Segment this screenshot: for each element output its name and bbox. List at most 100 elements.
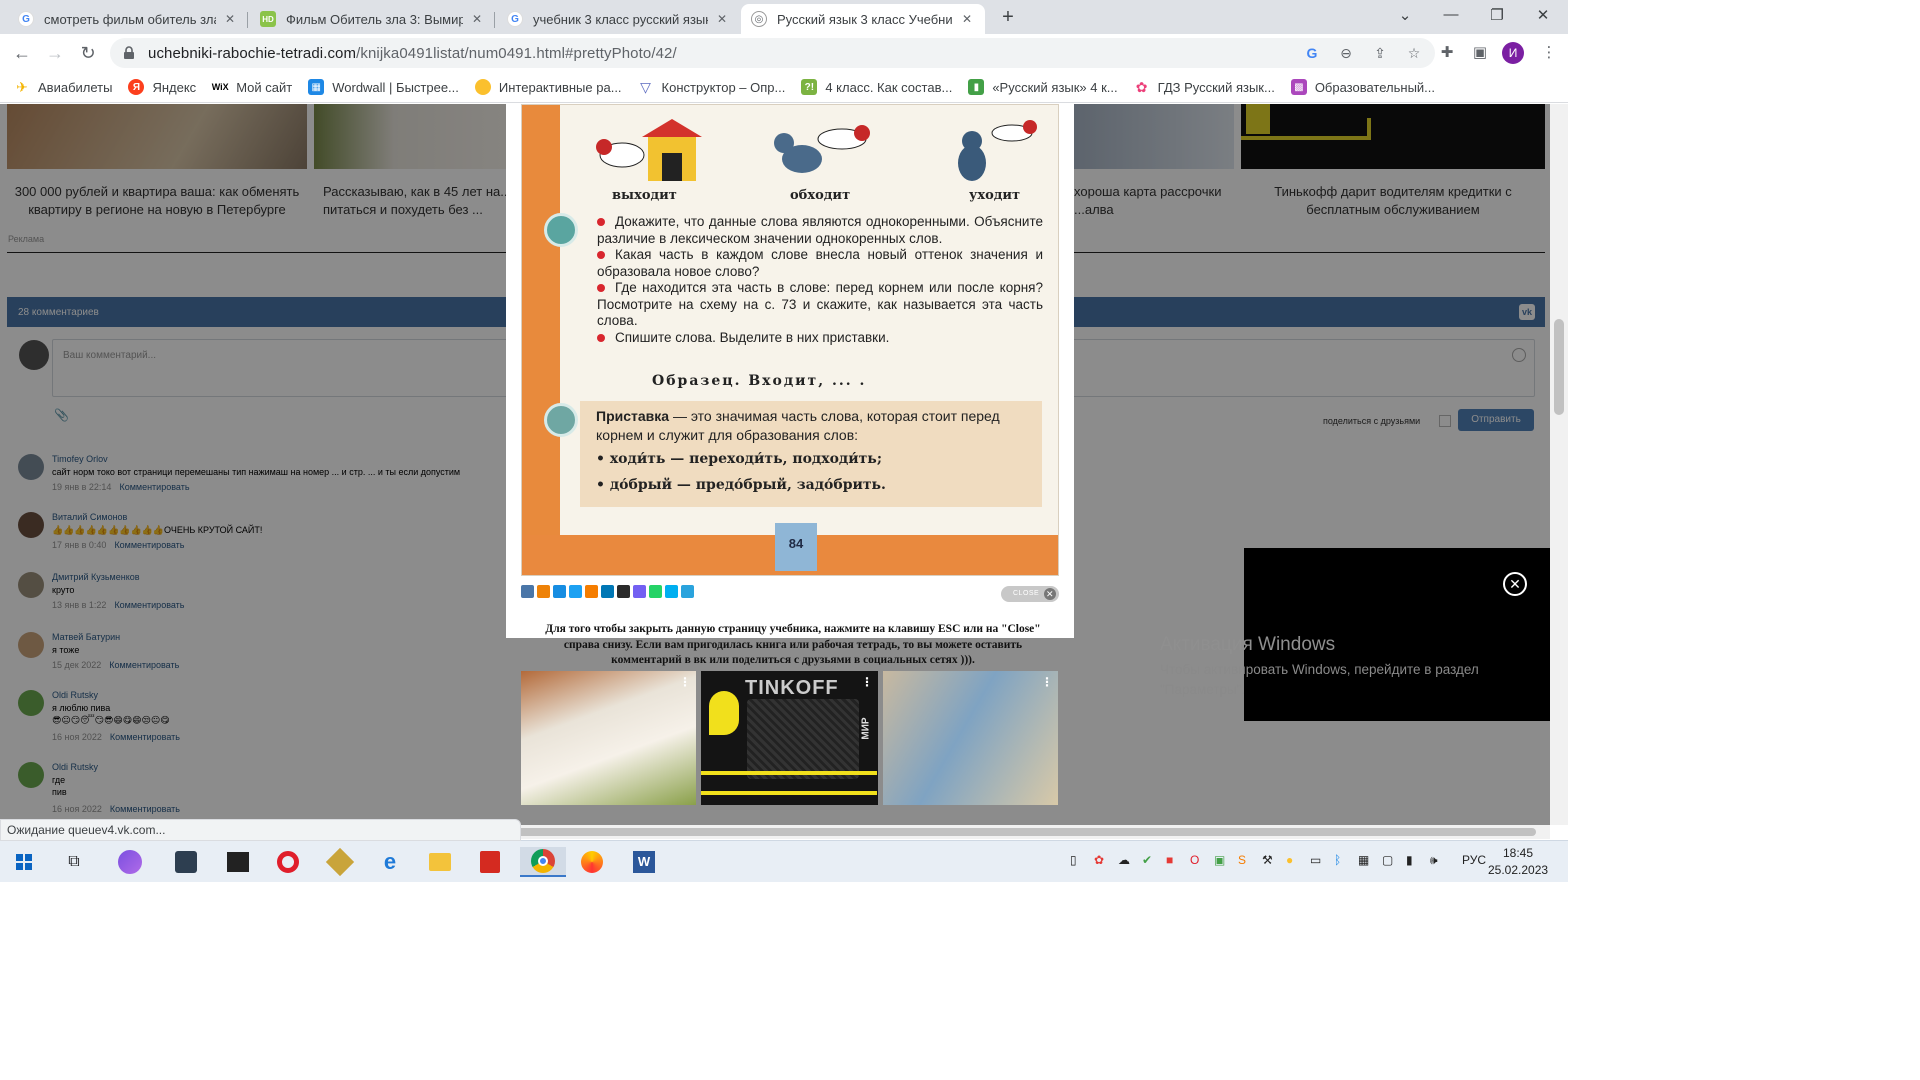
start-button[interactable] [4,847,44,877]
s-icon[interactable]: S [1238,853,1246,867]
more-icon[interactable]: ⋮ [861,675,873,689]
edge-icon[interactable]: e [370,847,410,877]
acrobat-icon[interactable] [470,847,510,877]
task-view-icon[interactable]: ⧉ [54,847,94,877]
bookmark-star-icon[interactable]: ☆ [1405,44,1423,62]
zoom-icon[interactable]: ⊖ [1337,44,1355,62]
menu-icon[interactable]: ⋮ [1538,42,1560,64]
bookmark-education[interactable]: ▩ Образовательный... [1290,79,1436,95]
vk-share-icon[interactable] [521,585,534,598]
lightbox-close-button[interactable]: CLOSE ✕ [1001,586,1059,602]
blogger-share-icon[interactable] [585,585,598,598]
tab-1[interactable]: G смотреть фильм обитель зла 5 ✕ [8,4,248,34]
task-text: Докажите, что данные слова являются одно… [597,214,1043,346]
bookmark-interactive[interactable]: Интерактивные ра... [474,79,622,95]
ad-fish[interactable]: ⋮ [521,671,696,805]
bluetooth-icon[interactable]: ᛒ [1334,853,1341,867]
scroll-thumb[interactable] [1554,319,1564,415]
bookmark-label: ГДЗ Русский язык... [1157,79,1275,95]
profile-avatar[interactable]: И [1502,42,1524,64]
app-tray-icon[interactable]: ✿ [1094,853,1104,867]
game-icon[interactable] [320,847,360,877]
side-panel-icon[interactable]: ▣ [1469,42,1491,64]
tab-search-icon[interactable]: ⌄ [1390,6,1420,24]
bookmark-aviabilety[interactable]: ✈ Авиабилеты [14,79,112,95]
back-icon[interactable]: ← [11,42,33,64]
alice-icon[interactable] [110,847,150,877]
new-tab-button[interactable]: + [996,6,1020,29]
word-icon[interactable]: W [624,847,664,877]
screen-icon[interactable]: ▢ [1382,853,1393,867]
livejournal-share-icon[interactable] [601,585,614,598]
ad-woman[interactable]: ⋮ [883,671,1058,805]
cloud-icon[interactable]: ☁ [1118,853,1130,867]
close-window-button[interactable]: ✕ [1528,6,1558,24]
tray-coin-icon[interactable]: ● [1286,853,1293,867]
opera-icon[interactable] [268,847,308,877]
usb-icon[interactable]: ▯ [1070,853,1077,867]
close-icon[interactable]: ✕ [1503,572,1527,596]
close-label: CLOSE [1013,590,1040,597]
whatsapp-share-icon[interactable] [649,585,662,598]
battery-icon[interactable]: ▮ [1406,853,1413,867]
tab-3[interactable]: G учебник 3 класс русский язык ✕ [497,4,740,34]
more-icon[interactable]: ⋮ [679,675,691,689]
reload-icon[interactable]: ↻ [77,42,99,64]
store-icon[interactable] [218,847,258,877]
viber-share-icon[interactable] [633,585,646,598]
telegram-share-icon[interactable] [681,585,694,598]
bullet-icon [597,218,605,227]
tab-4-active[interactable]: ◎ Русский язык 3 класс Учебник ✕ [741,4,985,34]
bookmark-label: Авиабилеты [38,79,113,95]
maximize-button[interactable]: ❐ [1482,6,1512,24]
address-bar[interactable]: uchebniki-rabochie-tetradi.com/knijka049… [110,38,1435,68]
display-icon[interactable]: ▦ [1358,853,1369,867]
bookmark-wordwall[interactable]: ▦ Wordwall | Быстрее... [308,79,459,95]
clock-time: 18:45 [1502,846,1534,860]
vertical-scrollbar[interactable] [1550,104,1568,825]
shield-icon[interactable]: ▣ [1214,853,1225,867]
bookmark-russian-4[interactable]: ▮ «Русский язык» 4 к... [968,79,1118,95]
ad-tinkoff[interactable]: TINKOFF МИР ⋮ [701,671,878,805]
wix-icon: WiX [211,82,229,92]
lock-icon[interactable] [122,46,136,60]
speaker-icon[interactable]: 🕪 [1430,853,1438,868]
share-icon[interactable]: ⇪ [1371,44,1389,62]
world-of-warships-icon[interactable] [166,847,206,877]
chrome-icon[interactable] [520,847,566,877]
bookmark-label: Интерактивные ра... [498,79,622,95]
language-indicator[interactable]: РУС [1462,853,1486,867]
close-icon[interactable]: ✕ [222,12,238,26]
google-icon: G [18,11,34,27]
twitter-share-icon[interactable] [569,585,582,598]
monitor-icon[interactable]: ▭ [1310,853,1321,867]
bookmark-gdz[interactable]: ✿ ГДЗ Русский язык... [1134,79,1275,95]
bookmark-constructor[interactable]: ▽ Конструктор – Опр... [638,79,785,95]
close-icon[interactable]: ✕ [469,12,485,26]
bookmark-my-site[interactable]: WiX Мой сайт [212,79,292,95]
minimize-button[interactable]: — [1436,6,1466,23]
more-icon[interactable]: ⋮ [1041,675,1053,689]
ok-share-icon[interactable] [537,585,550,598]
bookmark-label: Образовательный... [1314,79,1436,95]
tab-2[interactable]: HD Фильм Обитель зла 3: Вымиран ✕ [250,4,495,34]
check-icon[interactable]: ✔ [1142,853,1152,867]
clock[interactable]: 18:45 25.02.2023 [1488,845,1548,879]
forward-icon[interactable]: → [44,42,66,64]
close-icon[interactable]: ✕ [959,12,975,26]
evernote-share-icon[interactable] [617,585,630,598]
tray-app-icon[interactable]: ■ [1166,853,1173,867]
opera-tray-icon[interactable]: O [1190,853,1199,867]
bookmarks-bar: ✈ Авиабилеты Я Яндекс WiX Мой сайт ▦ Wordwal… [0,72,1568,103]
tools-icon[interactable]: ⚒ [1262,853,1273,867]
mailru-share-icon[interactable] [553,585,566,598]
extensions-icon[interactable]: ✚ [1436,42,1458,64]
yandex-browser-icon[interactable] [572,847,612,877]
bookmark-4-klass[interactable]: ?! 4 класс. Как состав... [801,79,952,95]
file-explorer-icon[interactable] [420,847,460,877]
skype-share-icon[interactable] [665,585,678,598]
bookmark-yandex[interactable]: Я Яндекс [128,79,196,95]
bullet-icon [597,284,605,293]
google-lens-icon[interactable]: G [1303,44,1321,62]
close-icon[interactable]: ✕ [714,12,730,26]
